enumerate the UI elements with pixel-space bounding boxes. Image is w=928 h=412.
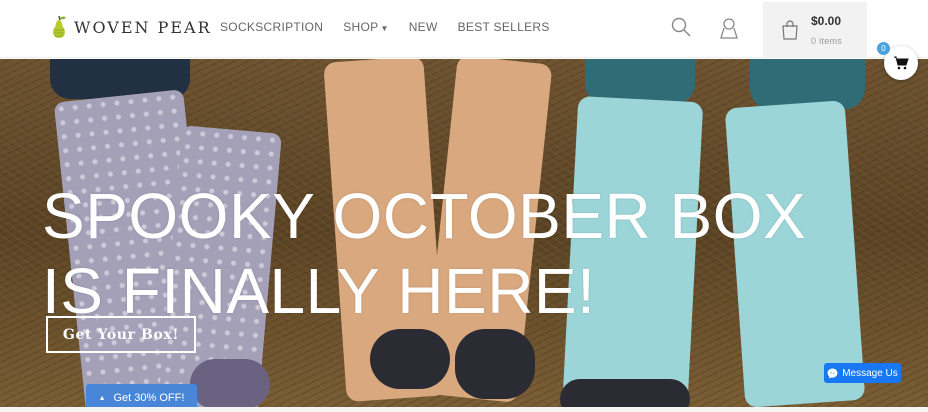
messenger-icon	[827, 367, 838, 379]
sock-grey-toe	[190, 359, 270, 407]
messenger-label: Message Us	[842, 367, 898, 379]
sock-blue-toe	[560, 379, 690, 407]
sock-tan-toe-left	[370, 329, 450, 389]
messenger-button[interactable]: Message Us	[824, 363, 901, 383]
hero-title-line1: SPOOKY OCTOBER BOX	[42, 180, 807, 252]
cart-item-count: 0 items	[811, 36, 843, 46]
brand-name: WOVEN PEAR	[74, 17, 212, 37]
promo-label: Get 30% OFF!	[113, 392, 185, 404]
hero-title: SPOOKY OCTOBER BOX IS FINALLY HERE!	[42, 179, 862, 329]
nav-item-new[interactable]: NEW	[409, 20, 438, 34]
hero-banner: SPOOKY OCTOBER BOX IS FINALLY HERE!	[0, 59, 928, 407]
cart-amount: $0.00	[811, 14, 842, 28]
nav-item-best-sellers[interactable]: BEST SELLERS	[458, 20, 550, 34]
cart-icon	[894, 56, 909, 70]
cart-summary[interactable]: $0.00 0 items	[763, 2, 867, 58]
main-nav: SOCKSCRIPTION SHOP ▼ NEW BEST SELLERS	[220, 20, 550, 34]
brand-logo[interactable]: WOVEN PEAR	[50, 14, 212, 40]
account-icon[interactable]	[718, 16, 742, 40]
nav-item-shop-label: SHOP	[343, 20, 379, 34]
site-header: WOVEN PEAR SOCKSCRIPTION SHOP ▼ NEW BEST …	[0, 0, 928, 58]
get-your-box-button[interactable]: Get Your Box!	[46, 316, 196, 353]
shopping-bag-icon	[781, 18, 799, 45]
cart-count-badge: 0	[877, 42, 890, 55]
chevron-up-icon: ▲	[98, 394, 106, 402]
pear-icon	[53, 15, 66, 38]
nav-item-sockscription[interactable]: SOCKSCRIPTION	[220, 20, 323, 34]
nav-item-shop[interactable]: SHOP ▼	[343, 20, 388, 34]
search-icon[interactable]	[670, 16, 694, 40]
footer-strip	[0, 407, 928, 412]
chevron-down-icon: ▼	[380, 24, 389, 33]
sock-blue-cuff-right	[750, 59, 865, 109]
sock-tan-toe-right	[455, 329, 535, 399]
